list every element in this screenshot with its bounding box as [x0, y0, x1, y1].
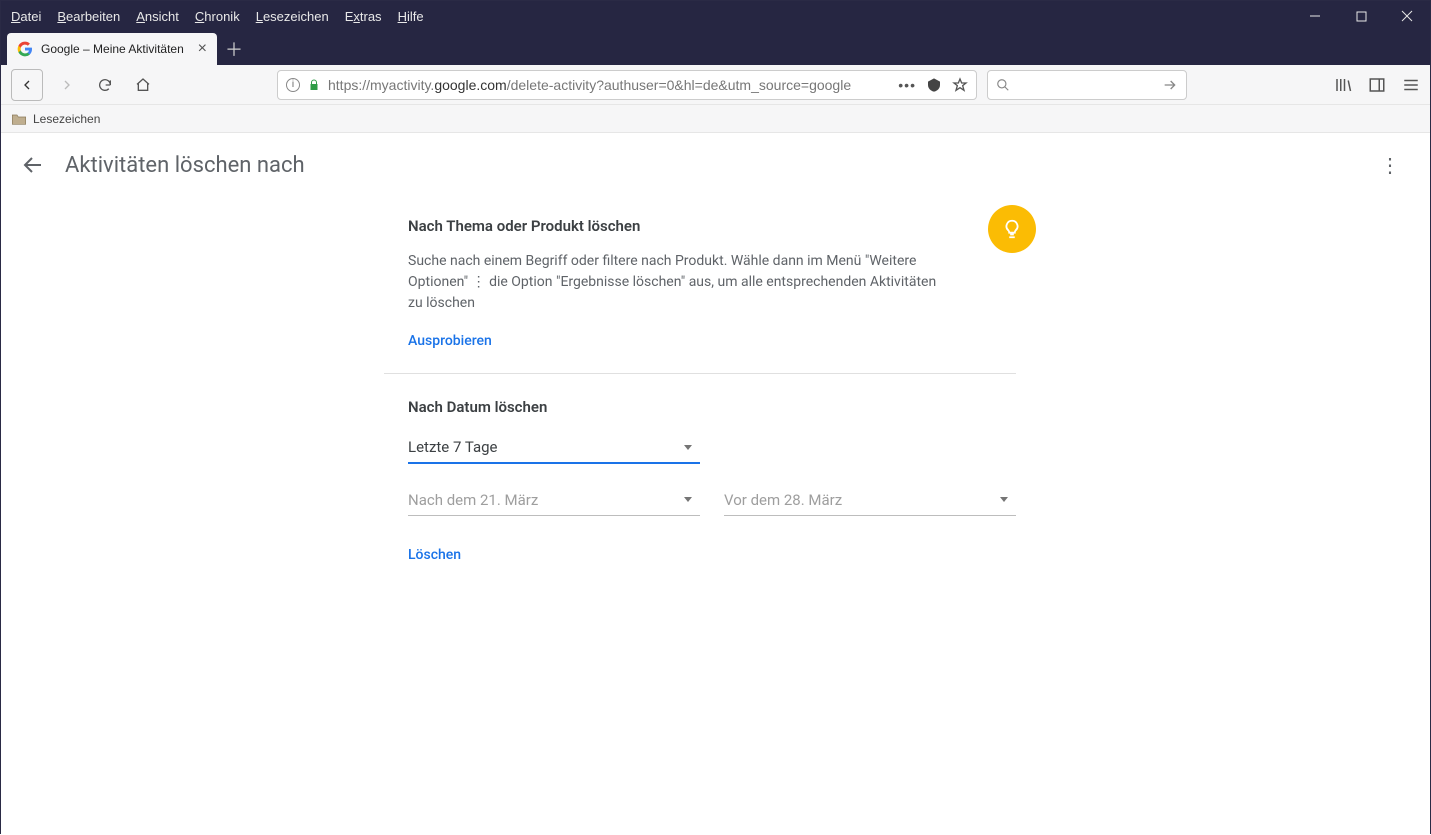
reload-button[interactable]: [91, 71, 119, 99]
window-close-button[interactable]: [1384, 1, 1430, 31]
delete-link[interactable]: Löschen: [408, 547, 461, 563]
page-header: Aktivitäten löschen nach ⋮: [1, 133, 1430, 197]
site-info-icon[interactable]: i: [286, 78, 300, 92]
section2-title: Nach Datum löschen: [408, 398, 1016, 416]
bookmarks-toolbar: Lesezeichen: [1, 105, 1430, 133]
tab-active[interactable]: Google – Meine Aktivitäten ×: [7, 33, 217, 65]
menu-hilfe[interactable]: Hilfe: [398, 9, 424, 24]
page-viewport: Aktivitäten löschen nach ⋮ Nach Thema od…: [1, 133, 1430, 835]
nav-back-button[interactable]: [11, 69, 43, 101]
before-date-select[interactable]: Vor dem 28. März: [724, 484, 1016, 516]
url-bar[interactable]: i https://myactivity.google.com/delete-a…: [277, 70, 977, 100]
page-menu-button[interactable]: ⋮: [1380, 153, 1410, 178]
section1-title: Nach Thema oder Produkt löschen: [408, 217, 1016, 235]
menu-extras[interactable]: Extras: [345, 9, 382, 24]
section1-text: Suche nach einem Begriff oder filtere na…: [408, 251, 948, 314]
after-date-select[interactable]: Nach dem 21. März: [408, 484, 700, 516]
search-go-icon[interactable]: [1162, 77, 1178, 93]
date-range-value: Letzte 7 Tage: [408, 438, 497, 456]
menu-chronik[interactable]: Chronik: [195, 9, 240, 24]
bookmark-star-icon[interactable]: [952, 77, 968, 93]
window-menubar: Datei Bearbeiten Ansicht Chronik Lesezei…: [1, 1, 1430, 31]
bookmarks-folder-label[interactable]: Lesezeichen: [33, 112, 100, 126]
tab-strip: Google – Meine Aktivitäten × ＋: [1, 31, 1430, 65]
menu-datei[interactable]: Datei: [11, 9, 41, 24]
window-maximize-button[interactable]: [1338, 1, 1384, 31]
section-divider: [384, 373, 1016, 374]
caret-down-icon: [684, 445, 692, 450]
try-it-link[interactable]: Ausprobieren: [408, 333, 492, 349]
page-title: Aktivitäten löschen nach: [65, 153, 305, 178]
caret-down-icon: [684, 497, 692, 502]
window-minimize-button[interactable]: [1292, 1, 1338, 31]
inline-kebab-icon: ⋮: [472, 272, 486, 293]
folder-icon: [11, 112, 27, 126]
pocket-icon[interactable]: [926, 77, 942, 93]
url-text: https://myactivity.google.com/delete-act…: [328, 77, 851, 93]
tip-button[interactable]: [988, 205, 1036, 253]
library-icon[interactable]: [1334, 76, 1352, 94]
google-favicon-icon: [17, 41, 33, 57]
page-back-button[interactable]: [21, 153, 45, 177]
caret-down-icon: [1000, 497, 1008, 502]
after-date-value: Nach dem 21. März: [408, 491, 538, 509]
home-button[interactable]: [129, 71, 157, 99]
menu-lesezeichen[interactable]: Lesezeichen: [256, 9, 329, 24]
menu-ansicht[interactable]: Ansicht: [136, 9, 179, 24]
before-date-value: Vor dem 28. März: [724, 491, 842, 509]
page-actions-icon[interactable]: •••: [898, 77, 916, 93]
sidebar-icon[interactable]: [1368, 76, 1386, 94]
lightbulb-icon: [1001, 218, 1023, 240]
browser-search-bar[interactable]: [987, 70, 1187, 100]
hamburger-menu-icon[interactable]: [1402, 76, 1420, 94]
search-icon: [996, 78, 1010, 92]
new-tab-button[interactable]: ＋: [217, 33, 251, 65]
tab-title: Google – Meine Aktivitäten: [41, 42, 184, 56]
lock-icon: [308, 78, 320, 92]
navigation-toolbar: i https://myactivity.google.com/delete-a…: [1, 65, 1430, 105]
nav-forward-button: [53, 71, 81, 99]
date-range-select[interactable]: Letzte 7 Tage: [408, 432, 700, 464]
tab-close-button[interactable]: ×: [198, 41, 207, 57]
menu-bearbeiten[interactable]: Bearbeiten: [57, 9, 120, 24]
